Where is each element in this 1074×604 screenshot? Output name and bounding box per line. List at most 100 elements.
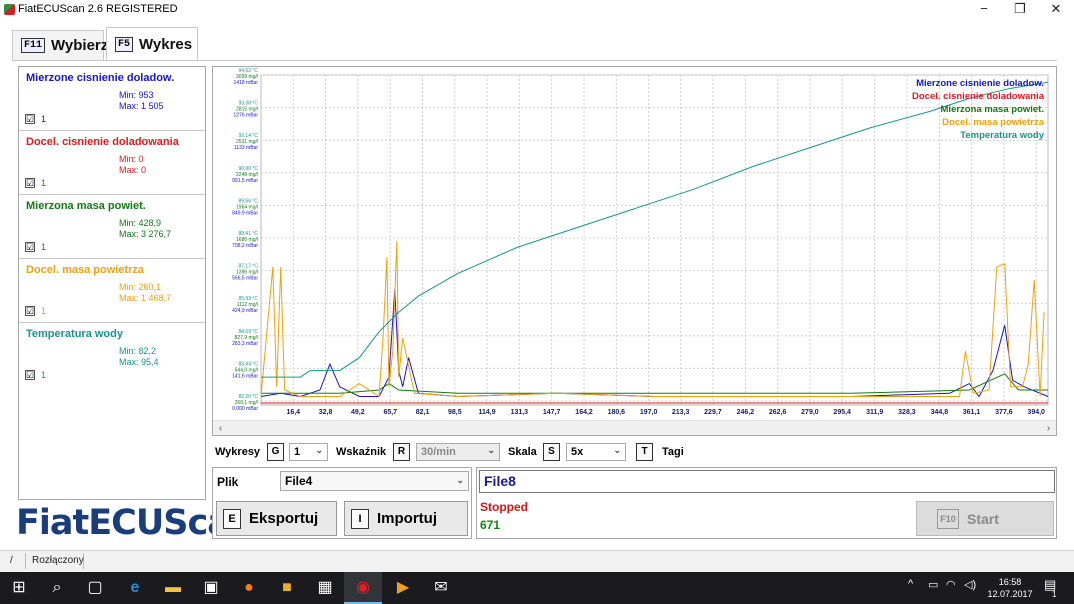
start-key: F10	[937, 508, 959, 529]
sensor-name: Mierzone cisnienie doladow.	[26, 72, 175, 84]
sensor-panel: Mierzone cisnienie doladow. Min: 953 Max…	[18, 66, 206, 500]
x-tick-label: 164,2	[575, 409, 593, 416]
tagi-key[interactable]: T	[636, 443, 653, 461]
x-tick-label: 213,3	[672, 409, 690, 416]
x-tick-label: 246,2	[737, 409, 755, 416]
fiatecuscan-taskbar-icon[interactable]: ◉	[344, 572, 382, 604]
edge-browser-icon[interactable]: e	[116, 572, 154, 604]
file-explorer-icon[interactable]: ▬	[154, 572, 192, 604]
series-line	[260, 289, 1049, 398]
taskbar-clock[interactable]: 16:58 12.07.2017	[987, 576, 1033, 600]
status-text: Stopped	[480, 500, 528, 514]
scroll-left-icon[interactable]: ‹	[213, 421, 228, 436]
close-button[interactable]: ✕	[1038, 0, 1074, 20]
tray-chevron-icon[interactable]: ^	[908, 578, 913, 590]
legend-entry: Mierzona masa powiet.	[941, 104, 1044, 115]
y-tick-label: 849,9 mBar	[232, 210, 258, 216]
sensor-checkbox[interactable]: ☑	[25, 370, 35, 380]
sensor-name: Temperatura wody	[26, 328, 123, 340]
series-line	[260, 240, 1045, 398]
windows-start-icon[interactable]: ⊞	[0, 572, 38, 604]
sensor-scale: 1	[41, 370, 47, 380]
sensor-scale: 1	[41, 178, 47, 188]
notifications-count: 1	[1052, 590, 1057, 599]
chart-frame: 94,62 °C 3099 mg/l 1418 mBar 93,38 °C 2815 m…	[212, 66, 1057, 436]
media-player-icon[interactable]: ▶	[384, 572, 422, 604]
log-filename: File8	[479, 470, 1055, 493]
maximize-button[interactable]: ❐	[1002, 0, 1038, 20]
export-key: E	[223, 508, 241, 529]
series-line	[261, 81, 1049, 378]
skala-key[interactable]: S	[543, 443, 560, 461]
start-button[interactable]: F10 Start	[916, 501, 1054, 536]
legend-entry: Docel. masa powietrza	[942, 117, 1045, 128]
minimize-button[interactable]: −	[966, 0, 1002, 20]
sensor-checkbox[interactable]: ☑	[25, 178, 35, 188]
y-tick-label: 708,2 mBar	[232, 243, 258, 249]
chevron-down-icon: ⌄	[487, 445, 495, 455]
plik-select[interactable]: File4 ⌄	[280, 471, 469, 491]
sensor-max: Max: 0	[119, 165, 147, 175]
folder-app-icon[interactable]: ■	[268, 572, 306, 604]
sensor-checkbox[interactable]: ☑	[25, 114, 35, 124]
skala-select[interactable]: 5x ⌄	[566, 443, 626, 461]
sensor-min: Min: 428,9	[119, 218, 162, 228]
y-tick-label: 141,6 mBar	[232, 373, 258, 379]
legend-entry: Mierzone cisnienie doladow.	[916, 78, 1044, 89]
store-icon[interactable]: ▣	[192, 572, 230, 604]
chart-scrollbar[interactable]: ‹ ›	[213, 420, 1056, 435]
wifi-icon[interactable]: ◠	[946, 578, 956, 591]
x-tick-label: 180,6	[608, 409, 626, 416]
tab-wykres[interactable]: F5 Wykres	[106, 27, 198, 61]
search-icon[interactable]: ⌕	[38, 572, 76, 604]
sensor-max: Max: 3 276,7	[119, 229, 172, 239]
x-tick-label: 295,4	[833, 409, 851, 416]
volume-icon[interactable]: ◁)	[964, 578, 976, 591]
x-tick-label: 328,3	[898, 409, 916, 416]
plik-value: File4	[285, 474, 313, 488]
plik-label: Plik	[217, 475, 239, 489]
app-icon	[4, 4, 15, 15]
y-tick-label: 566,5 mBar	[232, 276, 258, 282]
mail-icon[interactable]: ✉	[422, 572, 460, 604]
plot-border	[260, 74, 1049, 406]
tab-label: Wykres	[139, 36, 193, 53]
task-view-icon[interactable]: ▢	[76, 572, 114, 604]
sensor-max: Max: 1 468,7	[119, 293, 172, 303]
sensor-min: Min: 953	[119, 90, 154, 100]
import-button[interactable]: I Importuj	[344, 501, 468, 536]
wskaznik-label: Wskaźnik	[336, 446, 387, 458]
statusbar-cell: /	[4, 553, 26, 569]
calculator-icon[interactable]: ▦	[306, 572, 344, 604]
wskaznik-select[interactable]: 30/min ⌄	[416, 443, 500, 461]
firefox-icon[interactable]: ●	[230, 572, 268, 604]
wykresy-value: 1	[294, 446, 301, 458]
x-tick-label: 32,8	[319, 409, 333, 416]
status-bar	[0, 550, 1074, 572]
sensor-scale: 1	[41, 306, 47, 316]
x-tick-label: 344,8	[931, 409, 949, 416]
tab-wybierz[interactable]: F11 Wybierz	[12, 30, 108, 60]
clock-time: 16:58	[998, 577, 1022, 587]
sensor-checkbox[interactable]: ☑	[25, 242, 35, 252]
x-tick-label: 49,2	[351, 409, 365, 416]
wykresy-select[interactable]: 1 ⌄	[289, 443, 328, 461]
wykresy-key[interactable]: G	[267, 443, 284, 461]
scroll-right-icon[interactable]: ›	[1041, 421, 1056, 436]
x-tick-label: 114,9	[478, 409, 495, 416]
y-tick-label: 1276 mBar	[234, 113, 259, 119]
battery-icon[interactable]: ▭	[928, 578, 938, 591]
export-button[interactable]: E Eksportuj	[216, 501, 337, 536]
sensor-item: Docel. cisnienie doladowania Min: 0 Max:…	[19, 131, 205, 195]
connection-status: Rozłączony	[26, 553, 84, 569]
x-tick-label: 16,4	[286, 409, 300, 416]
clock-date: 12.07.2017	[987, 589, 1033, 599]
y-tick-label: 283,3 mBar	[232, 341, 258, 347]
wskaznik-value: 30/min	[421, 446, 456, 458]
x-tick-label: 377,6	[995, 409, 1013, 416]
sensor-item: Temperatura wody Min: 82,2 Max: 95,4 ☑ 1	[19, 323, 205, 387]
wskaznik-key[interactable]: R	[393, 443, 410, 461]
sensor-name: Docel. cisnienie doladowania	[26, 136, 179, 148]
x-tick-label: 82,1	[416, 409, 430, 416]
sensor-checkbox[interactable]: ☑	[25, 306, 35, 316]
